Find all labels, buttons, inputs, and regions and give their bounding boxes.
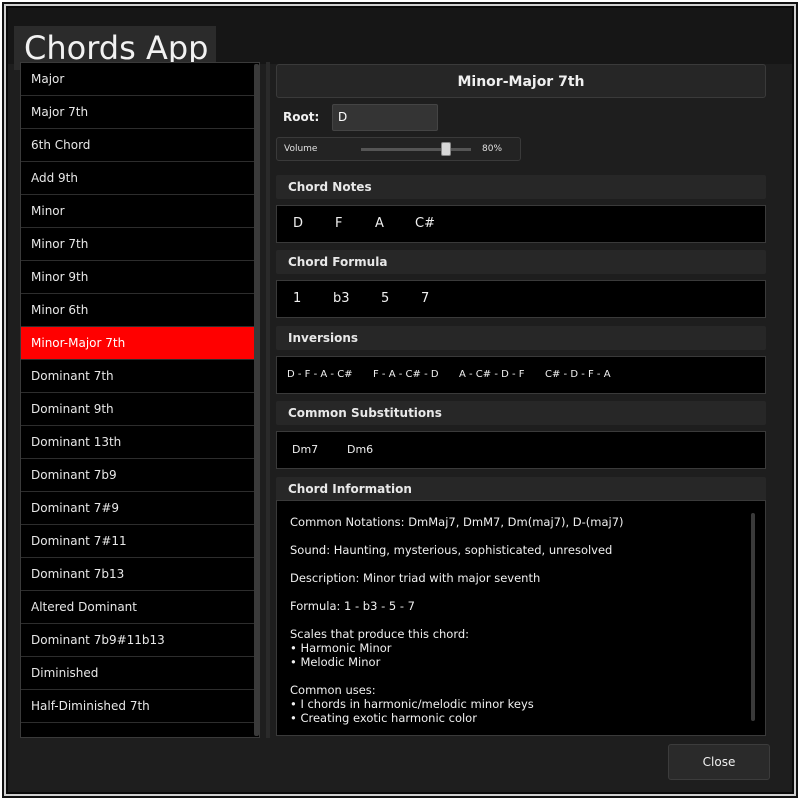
info-scale-item: • Melodic Minor <box>290 655 381 669</box>
chord-note: D <box>293 216 304 231</box>
volume-value: 80% <box>482 144 503 154</box>
info-formula: Formula: 1 - b3 - 5 - 7 <box>290 599 415 613</box>
panel-splitter[interactable] <box>266 62 270 738</box>
formula-degree: 5 <box>381 291 390 306</box>
chord-information-text: Common Notations: DmMaj7, DmM7, Dm(maj7)… <box>290 515 740 725</box>
chord-note: C# <box>415 216 435 231</box>
substitutions-box: Dm7 Dm6 <box>276 431 766 469</box>
chord-title: Minor-Major 7th <box>276 64 766 98</box>
info-use-item: • Creating exotic harmonic color <box>290 711 477 725</box>
chord-list-item[interactable]: Altered Dominant <box>21 591 259 624</box>
inversion-item: F - A - C# - D <box>373 369 439 380</box>
chord-list-item[interactable]: Dominant 7th <box>21 360 259 393</box>
chord-list-item[interactable]: Half-Diminished 7th <box>21 690 259 723</box>
formula-degree: b3 <box>333 291 350 306</box>
volume-slider-track[interactable] <box>361 148 471 151</box>
inversion-item: D - F - A - C# <box>287 369 353 380</box>
chord-list-item[interactable]: Dominant 7b9#11b13 <box>21 624 259 657</box>
info-sound: Sound: Haunting, mysterious, sophisticat… <box>290 543 613 557</box>
close-button[interactable]: Close <box>668 744 770 780</box>
chord-list-item[interactable]: Dominant 9th <box>21 393 259 426</box>
chord-formula-box: 1 b3 5 7 <box>276 280 766 318</box>
chord-information-header: Chord Information <box>276 477 766 501</box>
substitution-item: Dm7 <box>292 443 319 456</box>
inversion-item: C# - D - F - A <box>545 369 611 380</box>
formula-degree: 1 <box>293 291 302 306</box>
chord-information-box[interactable]: Common Notations: DmMaj7, DmM7, Dm(maj7)… <box>276 500 766 736</box>
chord-list[interactable]: Major Major 7th 6th Chord Add 9th Minor Minor… <box>20 62 260 738</box>
substitution-item: Dm6 <box>347 443 374 456</box>
inversions-header: Inversions <box>276 326 766 350</box>
info-notations: Common Notations: DmMaj7, DmM7, Dm(maj7)… <box>290 515 624 529</box>
chord-list-item[interactable]: Minor 7th <box>21 228 259 261</box>
chord-notes-box: D F A C# <box>276 205 766 243</box>
chord-list-item[interactable]: Minor-Major 7th <box>21 327 259 360</box>
chord-list-item[interactable]: Minor 9th <box>21 261 259 294</box>
chord-list-item[interactable]: Minor <box>21 195 259 228</box>
chord-list-item[interactable]: Dominant 7b9 <box>21 459 259 492</box>
inversions-box: D - F - A - C# F - A - C# - D A - C# - D… <box>276 356 766 394</box>
chord-list-item[interactable]: Add 9th <box>21 162 259 195</box>
info-scales-title: Scales that produce this chord: <box>290 627 470 641</box>
substitutions-header: Common Substitutions <box>276 401 766 425</box>
chord-list-item[interactable]: Dominant 7b13 <box>21 558 259 591</box>
chord-formula-header: Chord Formula <box>276 250 766 274</box>
chord-list-item[interactable]: Minor 6th <box>21 294 259 327</box>
chord-list-scrollbar[interactable] <box>254 64 259 736</box>
info-scrollbar[interactable] <box>751 513 755 721</box>
chord-list-item[interactable]: Diminished <box>21 657 259 690</box>
root-input[interactable]: D <box>332 104 438 131</box>
volume-label: Volume <box>284 144 318 154</box>
chord-note: A <box>375 216 384 231</box>
info-description: Description: Minor triad with major seve… <box>290 571 541 585</box>
chord-note: F <box>335 216 343 231</box>
inversion-item: A - C# - D - F <box>459 369 525 380</box>
chord-list-item[interactable]: Major 7th <box>21 96 259 129</box>
chord-notes-header: Chord Notes <box>276 175 766 199</box>
info-use-item: • I chords in harmonic/melodic minor key… <box>290 697 534 711</box>
volume-control: Volume 80% <box>276 137 521 161</box>
chord-list-item[interactable]: Dominant 7#9 <box>21 492 259 525</box>
info-uses-title: Common uses: <box>290 683 376 697</box>
info-scale-item: • Harmonic Minor <box>290 641 392 655</box>
chord-list-item[interactable]: 6th Chord <box>21 129 259 162</box>
chord-list-item[interactable]: Major <box>21 63 259 96</box>
chord-list-item[interactable]: Dominant 7#11 <box>21 525 259 558</box>
root-label: Root: <box>283 110 320 124</box>
volume-slider-thumb[interactable] <box>441 142 451 156</box>
formula-degree: 7 <box>421 291 430 306</box>
chord-list-item[interactable]: Dominant 13th <box>21 426 259 459</box>
